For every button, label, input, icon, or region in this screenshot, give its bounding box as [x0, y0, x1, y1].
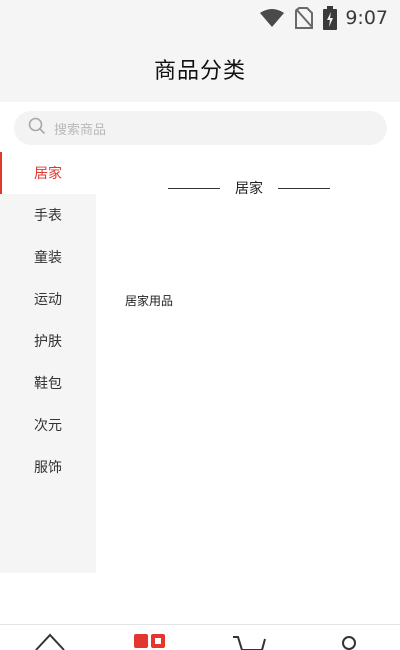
search-input[interactable]: 搜索商品	[14, 111, 387, 145]
status-time: 9:07	[345, 7, 388, 29]
status-bar: 9:07	[0, 0, 400, 36]
sidebar-item-skincare[interactable]: 护肤	[0, 320, 96, 362]
sidebar-item-sports[interactable]: 运动	[0, 278, 96, 320]
category-icon[interactable]	[133, 631, 167, 650]
bottom-nav	[0, 625, 400, 650]
home-icon[interactable]	[34, 631, 66, 650]
sidebar-item-label: 鞋包	[34, 376, 62, 392]
search-icon	[28, 117, 46, 139]
sidebar-item-label: 护肤	[34, 334, 62, 350]
search-bar: 搜索商品	[0, 102, 400, 152]
profile-icon[interactable]	[338, 631, 360, 650]
category-sidebar: 居家 手表 童装 运动 护肤 鞋包 次元 服饰	[0, 152, 96, 573]
sidebar-item-label: 居家	[34, 166, 62, 182]
sidebar-item-kids-clothing[interactable]: 童装	[0, 236, 96, 278]
sidebar-item-watches[interactable]: 手表	[0, 194, 96, 236]
sidebar-item-label: 童装	[34, 250, 62, 266]
sidebar-item-home-living[interactable]: 居家	[0, 152, 96, 194]
subcategory-label: 居家用品	[125, 294, 174, 308]
sidebar-item-apparel[interactable]: 服饰	[0, 446, 96, 488]
sidebar-item-anime[interactable]: 次元	[0, 404, 96, 446]
subcategory-item[interactable]: 居家用品	[125, 292, 173, 309]
divider-line	[168, 187, 220, 189]
category-heading: 居家	[168, 176, 330, 200]
battery-charging-icon	[323, 6, 338, 30]
page-title: 商品分类	[153, 59, 246, 84]
search-placeholder: 搜索商品	[54, 122, 107, 138]
sidebar-item-label: 次元	[34, 418, 62, 434]
sidebar-item-shoes-bags[interactable]: 鞋包	[0, 362, 96, 404]
sidebar-item-label: 手表	[34, 208, 62, 224]
divider-line	[278, 187, 330, 189]
no-sim-icon	[295, 7, 314, 29]
header: 商品分类	[0, 36, 400, 102]
category-heading-text: 居家	[235, 181, 263, 197]
cart-icon[interactable]	[232, 631, 266, 650]
wifi-icon	[259, 8, 285, 28]
sidebar-item-label: 服饰	[34, 460, 62, 476]
sidebar-item-label: 运动	[34, 292, 62, 308]
